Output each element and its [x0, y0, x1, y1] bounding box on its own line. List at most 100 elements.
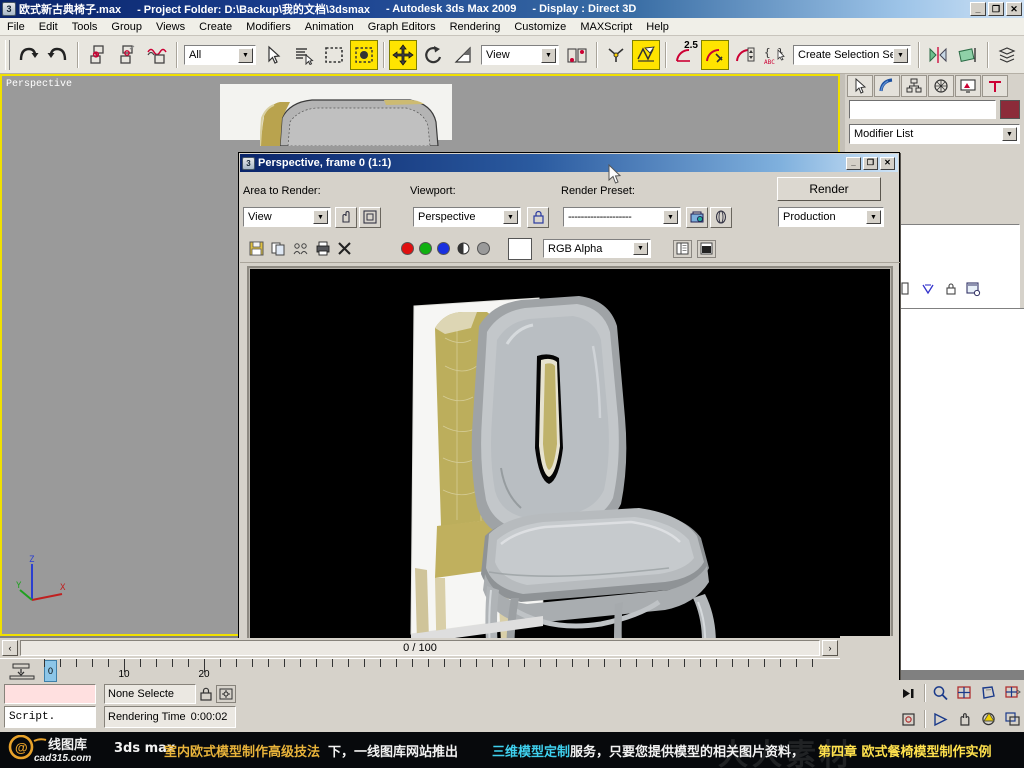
select-and-rotate-icon[interactable] — [419, 40, 447, 70]
angle-snap-toggle-icon[interactable]: 2.5 — [671, 40, 699, 70]
red-channel-icon[interactable] — [401, 242, 414, 255]
spinner-snap-toggle-icon[interactable] — [731, 40, 759, 70]
menu-item-maxscript[interactable]: MAXScript — [573, 18, 639, 36]
alpha-channel-icon[interactable] — [455, 240, 472, 257]
chevron-down-icon[interactable]: ▼ — [503, 210, 518, 224]
window-crossing-selection-icon[interactable] — [350, 39, 378, 70]
render-preset-load-icon[interactable] — [686, 206, 708, 228]
menu-item-views[interactable]: Views — [149, 18, 192, 36]
channel-display-combo[interactable]: RGB Alpha ▼ — [543, 239, 651, 258]
menu-item-animation[interactable]: Animation — [298, 18, 361, 36]
menu-item-customize[interactable]: Customize — [507, 18, 573, 36]
blue-channel-icon[interactable] — [437, 242, 450, 255]
chevron-down-icon[interactable]: ▼ — [633, 242, 648, 255]
pan-view-icon[interactable] — [953, 708, 975, 730]
menu-item-help[interactable]: Help — [639, 18, 676, 36]
modifier-list-combo[interactable]: Modifier List ▼ — [849, 124, 1020, 144]
menu-item-edit[interactable]: Edit — [32, 18, 65, 36]
monochrome-icon[interactable] — [477, 242, 490, 255]
chevron-down-icon[interactable]: ▼ — [663, 210, 678, 224]
production-preset-combo[interactable]: Production ▼ — [778, 207, 884, 227]
align-icon[interactable] — [954, 40, 982, 70]
select-object-icon[interactable] — [260, 40, 288, 70]
viewport-combo[interactable]: Perspective ▼ — [413, 207, 521, 227]
background-color-swatch[interactable] — [508, 237, 532, 260]
select-by-name-icon[interactable] — [290, 40, 318, 70]
select-and-link-icon[interactable] — [83, 40, 111, 70]
modify-tab-icon[interactable] — [874, 75, 900, 97]
render-button[interactable]: Render — [777, 177, 881, 201]
area-to-render-combo[interactable]: View ▼ — [243, 207, 331, 227]
toggle-ui-display-icon[interactable] — [673, 239, 692, 258]
select-and-scale-icon[interactable] — [449, 40, 477, 70]
menu-item-file[interactable]: File — [0, 18, 32, 36]
set-key-mode-icon[interactable] — [6, 662, 38, 681]
undo-icon[interactable] — [14, 40, 42, 70]
close-button[interactable]: ✕ — [1006, 2, 1022, 16]
clear-icon[interactable] — [336, 240, 353, 257]
toolbar-grip[interactable] — [5, 39, 10, 70]
next-frame-button[interactable]: › — [822, 640, 838, 656]
render-restore-button[interactable]: ❐ — [863, 156, 878, 170]
render-setup-icon[interactable] — [710, 206, 732, 228]
render-minimize-button[interactable]: _ — [846, 156, 861, 170]
show-end-result-icon[interactable] — [919, 281, 936, 298]
percent-snap-toggle-icon[interactable] — [701, 39, 729, 70]
display-tab-icon[interactable] — [955, 75, 981, 97]
save-bitmap-icon[interactable] — [248, 240, 265, 257]
arc-rotate-icon[interactable] — [977, 708, 999, 730]
make-unique-icon[interactable] — [942, 281, 959, 298]
select-and-manipulate-icon[interactable] — [602, 40, 630, 70]
frame-readout[interactable]: 0 / 100 — [20, 640, 820, 656]
command-panel-rollouts[interactable] — [898, 308, 1024, 670]
zoom-all-icon[interactable] — [953, 682, 975, 704]
object-color-swatch[interactable] — [1000, 100, 1020, 119]
utilities-tab-icon[interactable] — [982, 75, 1008, 97]
copy-bitmap-icon[interactable] — [270, 240, 287, 257]
duplicate-display-icon[interactable] — [697, 239, 716, 258]
go-to-end-icon[interactable] — [898, 682, 920, 704]
reference-coordinate-system-combo[interactable]: View ▼ — [481, 44, 559, 65]
layer-manager-icon[interactable] — [993, 40, 1021, 70]
chevron-down-icon[interactable]: ▼ — [313, 210, 328, 224]
redo-icon[interactable] — [44, 40, 72, 70]
configure-modifier-sets-icon[interactable] — [965, 281, 982, 298]
chevron-down-icon[interactable]: ▼ — [1002, 127, 1017, 141]
blowup-region-icon[interactable] — [359, 206, 381, 228]
menu-item-tools[interactable]: Tools — [65, 18, 105, 36]
chevron-down-icon[interactable]: ▼ — [238, 47, 253, 63]
absolute-mode-transform-toggle-icon[interactable] — [216, 685, 236, 703]
menu-item-create[interactable]: Create — [192, 18, 239, 36]
track-bar-ruler[interactable]: 0 10 20 — [0, 658, 840, 682]
print-bitmap-icon[interactable] — [314, 240, 331, 257]
auto-region-selected-icon[interactable] — [335, 206, 357, 228]
lock-viewport-icon[interactable] — [527, 206, 549, 228]
chevron-down-icon[interactable]: ▼ — [893, 47, 908, 63]
use-pivot-point-center-icon[interactable] — [563, 40, 591, 70]
render-close-button[interactable]: ✕ — [880, 156, 895, 170]
clone-rendered-frame-window-icon[interactable] — [292, 240, 309, 257]
snaps-toggle-icon[interactable] — [632, 39, 660, 70]
edit-named-selection-sets-icon[interactable]: { } ABC — [761, 40, 789, 70]
unlink-selection-icon[interactable] — [113, 40, 141, 70]
restore-button[interactable]: ❐ — [988, 2, 1004, 16]
key-mode-toggle-icon[interactable] — [898, 708, 920, 730]
selection-filter-combo[interactable]: All ▼ — [184, 44, 256, 65]
minimize-button[interactable]: _ — [970, 2, 986, 16]
create-tab-icon[interactable] — [847, 75, 873, 97]
hierarchy-tab-icon[interactable] — [901, 75, 927, 97]
named-selection-sets-combo[interactable]: Create Selection Set ▼ — [793, 44, 911, 65]
selection-lock-icon[interactable] — [198, 685, 214, 703]
rectangular-selection-region-icon[interactable] — [320, 40, 348, 70]
bind-to-space-warp-icon[interactable] — [143, 40, 171, 70]
zoom-extents-icon[interactable] — [977, 682, 999, 704]
select-and-move-icon[interactable] — [389, 39, 417, 70]
maximize-viewport-toggle-icon[interactable] — [1001, 708, 1023, 730]
object-name-field[interactable] — [849, 100, 996, 119]
prompt-field[interactable] — [4, 684, 96, 704]
render-preset-combo[interactable]: -------------------- ▼ — [563, 207, 681, 227]
previous-frame-button[interactable]: ‹ — [2, 640, 18, 656]
field-of-view-icon[interactable] — [929, 708, 951, 730]
chevron-down-icon[interactable]: ▼ — [866, 210, 881, 224]
green-channel-icon[interactable] — [419, 242, 432, 255]
